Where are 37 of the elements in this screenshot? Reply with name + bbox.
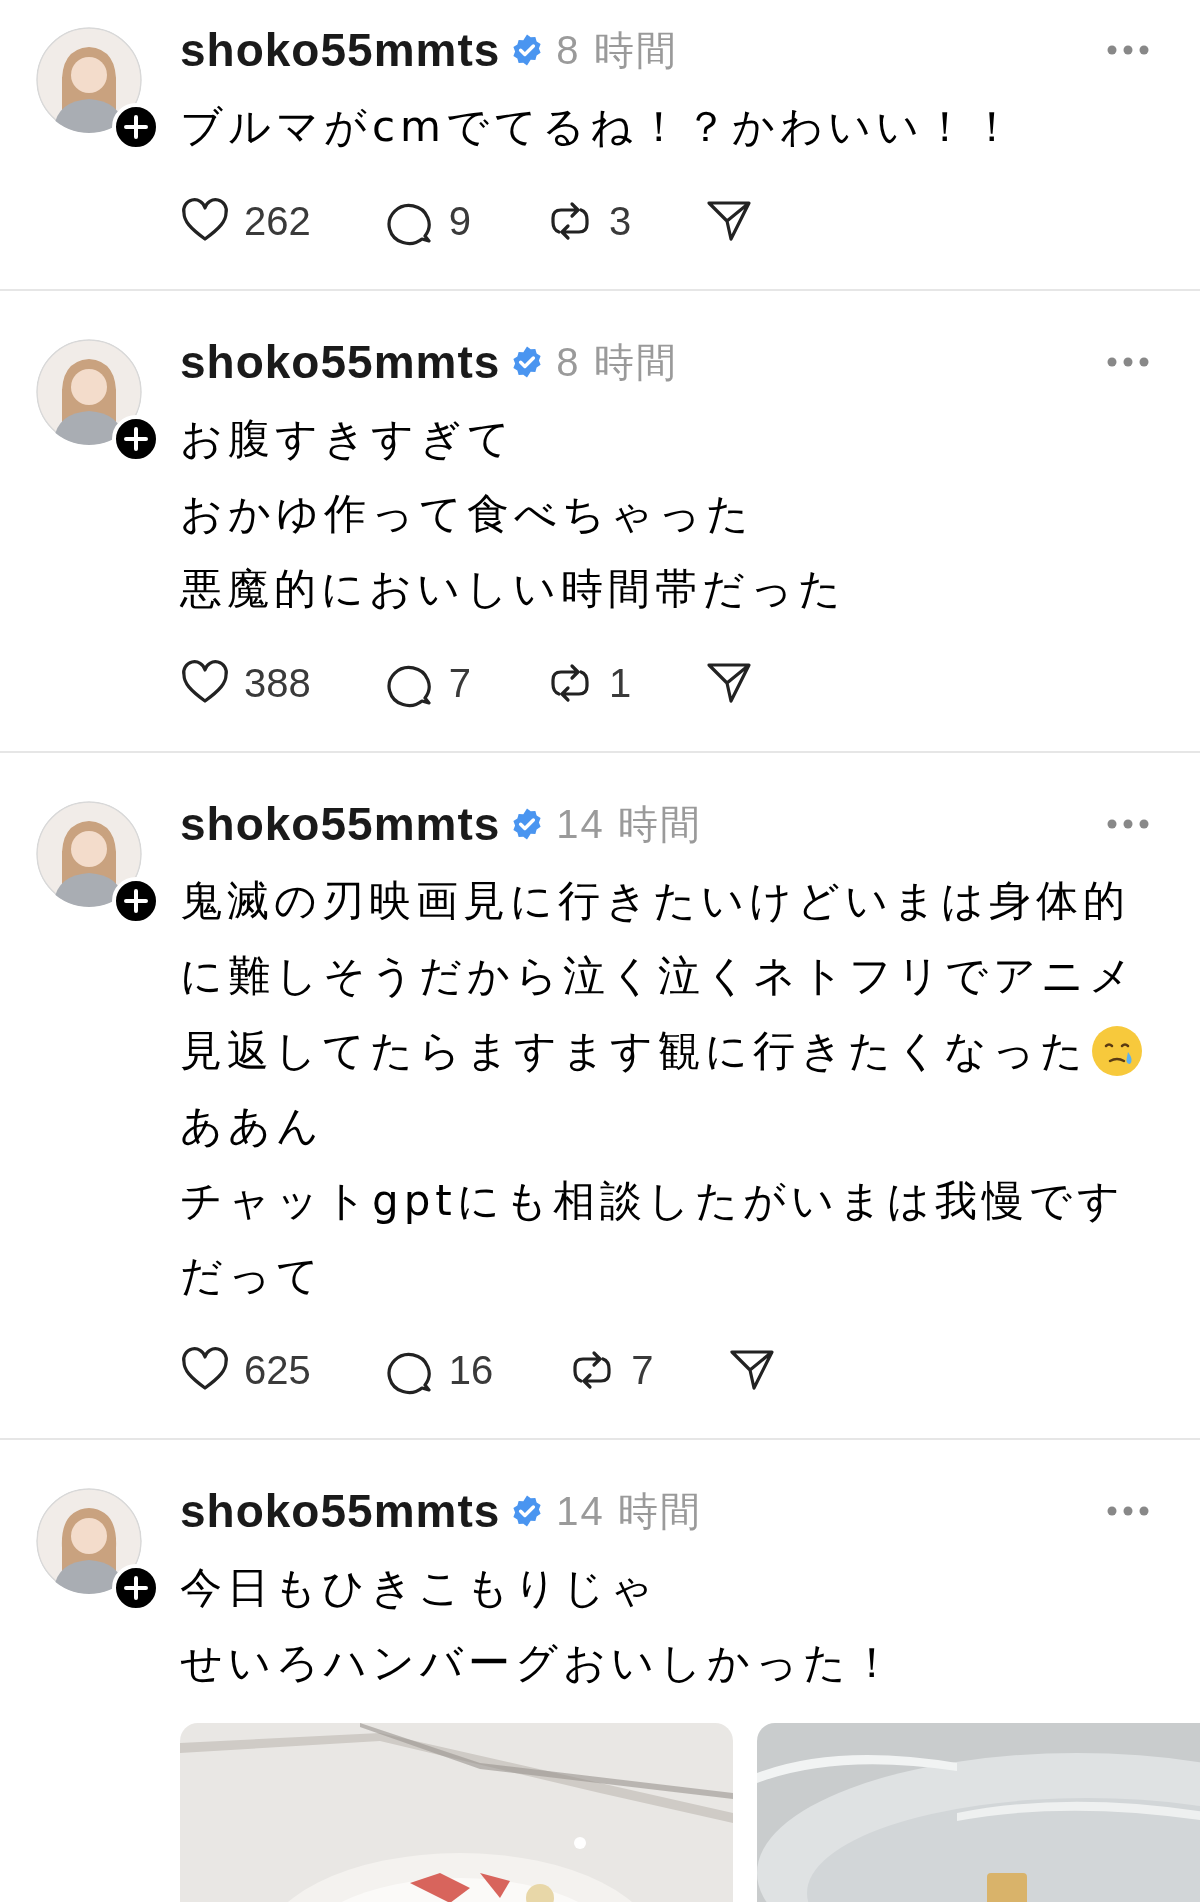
reply-button[interactable]: 7 — [384, 658, 471, 708]
username[interactable]: shoko55mmts — [180, 797, 501, 851]
username[interactable]: shoko55mmts — [180, 23, 501, 77]
post-text-line: に難しそうだから泣く泣くネトフリでアニメ — [180, 949, 1137, 1002]
post-text-line: 今日もひきこもりじゃ — [180, 1561, 658, 1614]
repost-button[interactable]: 7 — [567, 1345, 654, 1395]
post-text-line: だって — [180, 1249, 324, 1302]
avatar[interactable] — [36, 339, 142, 445]
post-text-line: おかゆ作って食べちゃった — [180, 487, 754, 540]
like-button[interactable]: 262 — [180, 196, 311, 246]
like-button[interactable]: 388 — [180, 658, 311, 708]
post-text-line: ああん — [180, 1099, 324, 1152]
repost-button[interactable]: 3 — [545, 196, 632, 246]
timestamp: 14 時間 — [556, 800, 702, 848]
avatar[interactable] — [36, 27, 142, 133]
post-text-line: せいろハンバーグおいしかった！ — [180, 1636, 898, 1689]
more-icon[interactable] — [1106, 356, 1150, 368]
post-text-line: 悪魔的においしい時間帯だった — [180, 562, 846, 615]
username[interactable]: shoko55mmts — [180, 335, 501, 389]
post-text-line: 見返してたらますます観に行きたくなった — [180, 1024, 1088, 1077]
post-text-line: ブルマがcmでてるね！？かわいい！！ — [180, 100, 1018, 153]
timestamp: 8 時間 — [556, 26, 678, 74]
post-text-line: チャットgptにも相談したがいまは我慢です — [180, 1174, 1125, 1227]
more-icon[interactable] — [1106, 1505, 1150, 1517]
post-text-line: 鬼滅の刃映画見に行きたいけどいまは身体的 — [180, 874, 1130, 927]
reply-button[interactable]: 9 — [384, 196, 471, 246]
more-icon[interactable] — [1106, 818, 1150, 830]
like-button[interactable]: 625 — [180, 1345, 311, 1395]
avatar[interactable] — [36, 801, 142, 907]
reply-button[interactable]: 16 — [384, 1345, 494, 1395]
more-icon[interactable] — [1106, 44, 1150, 56]
repost-button[interactable]: 1 — [545, 658, 632, 708]
username[interactable]: shoko55mmts — [180, 1484, 501, 1538]
post-text-line: お腹すきすぎて — [180, 412, 515, 465]
avatar[interactable] — [36, 1488, 142, 1594]
timestamp: 8 時間 — [556, 338, 678, 386]
timestamp: 14 時間 — [556, 1487, 702, 1535]
